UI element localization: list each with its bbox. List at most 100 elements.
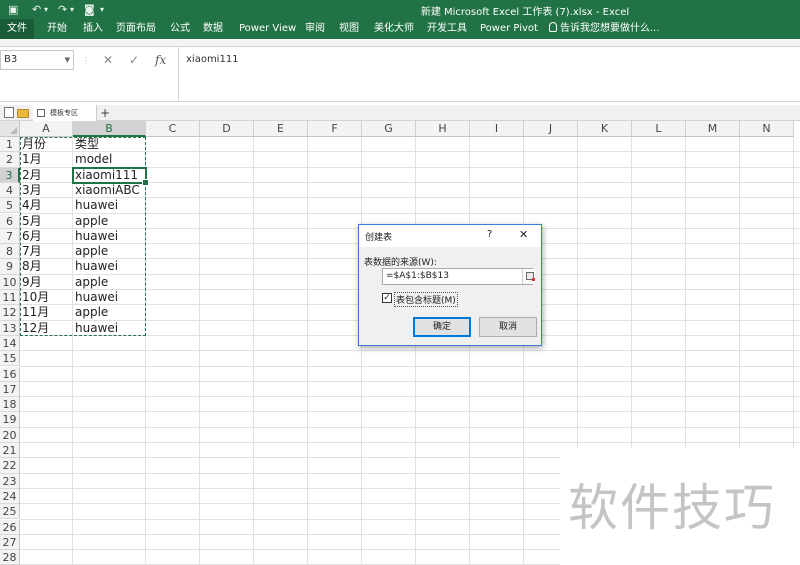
active-cell-border: [72, 167, 149, 186]
row-header-16[interactable]: 16: [0, 366, 20, 382]
formula-input[interactable]: xiaomi111: [186, 54, 239, 65]
row-header-3[interactable]: 3: [0, 167, 20, 183]
add-tab-button[interactable]: +: [100, 105, 110, 121]
row-header-11[interactable]: 11: [0, 290, 20, 306]
column-header-n[interactable]: N: [740, 121, 794, 137]
tab-formulas[interactable]: 公式: [170, 19, 190, 39]
formula-bar-grip-icon: ⋮: [82, 56, 90, 65]
formula-bar: B3 ▼ ⋮ ✕ ✓ fx xiaomi111: [0, 47, 800, 102]
column-header-a[interactable]: A: [20, 121, 73, 137]
grid-hline: [20, 426, 800, 428]
row-header-21[interactable]: 21: [0, 443, 20, 459]
row-header-5[interactable]: 5: [0, 198, 20, 214]
row-header-9[interactable]: 9: [0, 259, 20, 275]
row-header-2[interactable]: 2: [0, 152, 20, 168]
tab-review[interactable]: 审阅: [305, 19, 325, 39]
name-box-value: B3: [4, 54, 18, 65]
range-select-icon: [526, 272, 535, 281]
insert-function-icon[interactable]: fx: [155, 53, 166, 67]
template-zone-label: 模板专区: [50, 109, 78, 117]
column-header-b[interactable]: B: [73, 121, 146, 137]
grid-hline: [20, 380, 800, 382]
tab-developer[interactable]: 开发工具: [427, 19, 467, 39]
row-header-19[interactable]: 19: [0, 412, 20, 428]
row-header-26[interactable]: 26: [0, 519, 20, 535]
row-header-4[interactable]: 4: [0, 182, 20, 199]
title-bar: ▣ ↶ ▾ ↷ ▾ ◙ ▾ 新建 Microsoft Excel 工作表 (7)…: [0, 0, 800, 19]
lightbulb-icon: [549, 22, 557, 32]
row-header-7[interactable]: 7: [0, 228, 20, 245]
create-table-dialog: 创建表 ? ✕ 表数据的来源(W): =$A$1:$B$13 ✓ 表包含标题(M…: [358, 224, 542, 346]
row-header-22[interactable]: 22: [0, 458, 20, 474]
column-header-h[interactable]: H: [416, 121, 470, 137]
row-header-24[interactable]: 24: [0, 488, 20, 505]
ribbon-body: [0, 39, 800, 47]
ribbon-tabs: 文件 开始 插入 页面布局 公式 数据 Power View 审阅 视图 美化大…: [0, 19, 800, 39]
tab-power-view[interactable]: Power View: [239, 19, 296, 39]
row-header-27[interactable]: 27: [0, 534, 20, 551]
column-header-f[interactable]: F: [308, 121, 362, 137]
collapse-dialog-button[interactable]: [522, 269, 536, 284]
tab-insert[interactable]: 插入: [83, 19, 103, 39]
row-header-1[interactable]: 1: [0, 137, 20, 153]
column-header-i[interactable]: I: [470, 121, 524, 137]
grid-hline: [20, 365, 800, 367]
formula-bar-divider: [178, 47, 179, 102]
tab-data[interactable]: 数据: [203, 19, 223, 39]
row-header-14[interactable]: 14: [0, 335, 20, 352]
row-header-20[interactable]: 20: [0, 427, 20, 443]
column-header-e[interactable]: E: [254, 121, 308, 137]
select-all-button[interactable]: [0, 121, 20, 137]
window-title: 新建 Microsoft Excel 工作表 (7).xlsx - Excel: [420, 7, 630, 18]
dialog-title-bar: 创建表 ? ✕: [359, 225, 541, 247]
row-header-28[interactable]: 28: [0, 550, 20, 565]
row-header-8[interactable]: 8: [0, 244, 20, 260]
has-headers-checkbox[interactable]: ✓: [382, 293, 392, 303]
column-header-m[interactable]: M: [686, 121, 740, 137]
row-header-6[interactable]: 6: [0, 213, 20, 229]
tab-power-pivot[interactable]: Power Pivot: [480, 19, 538, 39]
column-header-l[interactable]: L: [632, 121, 686, 137]
workbook-tabs-bar: 模板专区 +: [0, 105, 800, 121]
row-header-25[interactable]: 25: [0, 504, 20, 520]
cancel-button[interactable]: 取消: [479, 317, 537, 337]
new-document-icon[interactable]: [4, 107, 14, 118]
row-header-23[interactable]: 23: [0, 473, 20, 489]
row-header-15[interactable]: 15: [0, 351, 20, 367]
source-label: 表数据的来源(W):: [364, 258, 437, 268]
ok-button[interactable]: 确定: [413, 317, 471, 337]
tell-me-search[interactable]: 告诉我您想要做什么...: [549, 19, 660, 39]
grid-hline: [20, 396, 800, 398]
tab-view[interactable]: 视图: [339, 19, 359, 39]
help-icon[interactable]: ?: [487, 229, 492, 240]
name-box-dropdown-icon[interactable]: ▼: [65, 51, 70, 69]
row-header-10[interactable]: 10: [0, 274, 20, 290]
tab-file[interactable]: 文件: [0, 19, 34, 39]
tab-beautify-master[interactable]: 美化大师: [374, 19, 414, 39]
home-icon: [37, 109, 45, 117]
source-range-input[interactable]: =$A$1:$B$13: [382, 268, 533, 285]
row-header-12[interactable]: 12: [0, 305, 20, 321]
tab-page-layout[interactable]: 页面布局: [116, 19, 156, 39]
grid-hline: [20, 442, 800, 443]
name-box[interactable]: B3 ▼: [0, 50, 74, 70]
template-zone-tab[interactable]: 模板专区: [33, 105, 97, 121]
row-header-17[interactable]: 17: [0, 381, 20, 398]
column-header-g[interactable]: G: [362, 121, 416, 137]
row-header-18[interactable]: 18: [0, 397, 20, 413]
enter-icon[interactable]: ✓: [129, 53, 139, 67]
row-header-13[interactable]: 13: [0, 320, 20, 336]
grid-hline: [20, 411, 800, 413]
column-header-j[interactable]: J: [524, 121, 578, 137]
dialog-title: 创建表: [365, 233, 393, 243]
column-header-d[interactable]: D: [200, 121, 254, 137]
cancel-icon[interactable]: ✕: [103, 53, 113, 67]
column-header-k[interactable]: K: [578, 121, 632, 137]
grid-hline: [20, 350, 800, 352]
open-folder-icon[interactable]: [17, 109, 29, 118]
close-icon[interactable]: ✕: [519, 228, 528, 241]
has-headers-label[interactable]: 表包含标题(M): [394, 292, 458, 307]
tab-home[interactable]: 开始: [47, 19, 67, 39]
watermark: 软件技巧: [560, 448, 800, 565]
column-header-c[interactable]: C: [146, 121, 200, 137]
